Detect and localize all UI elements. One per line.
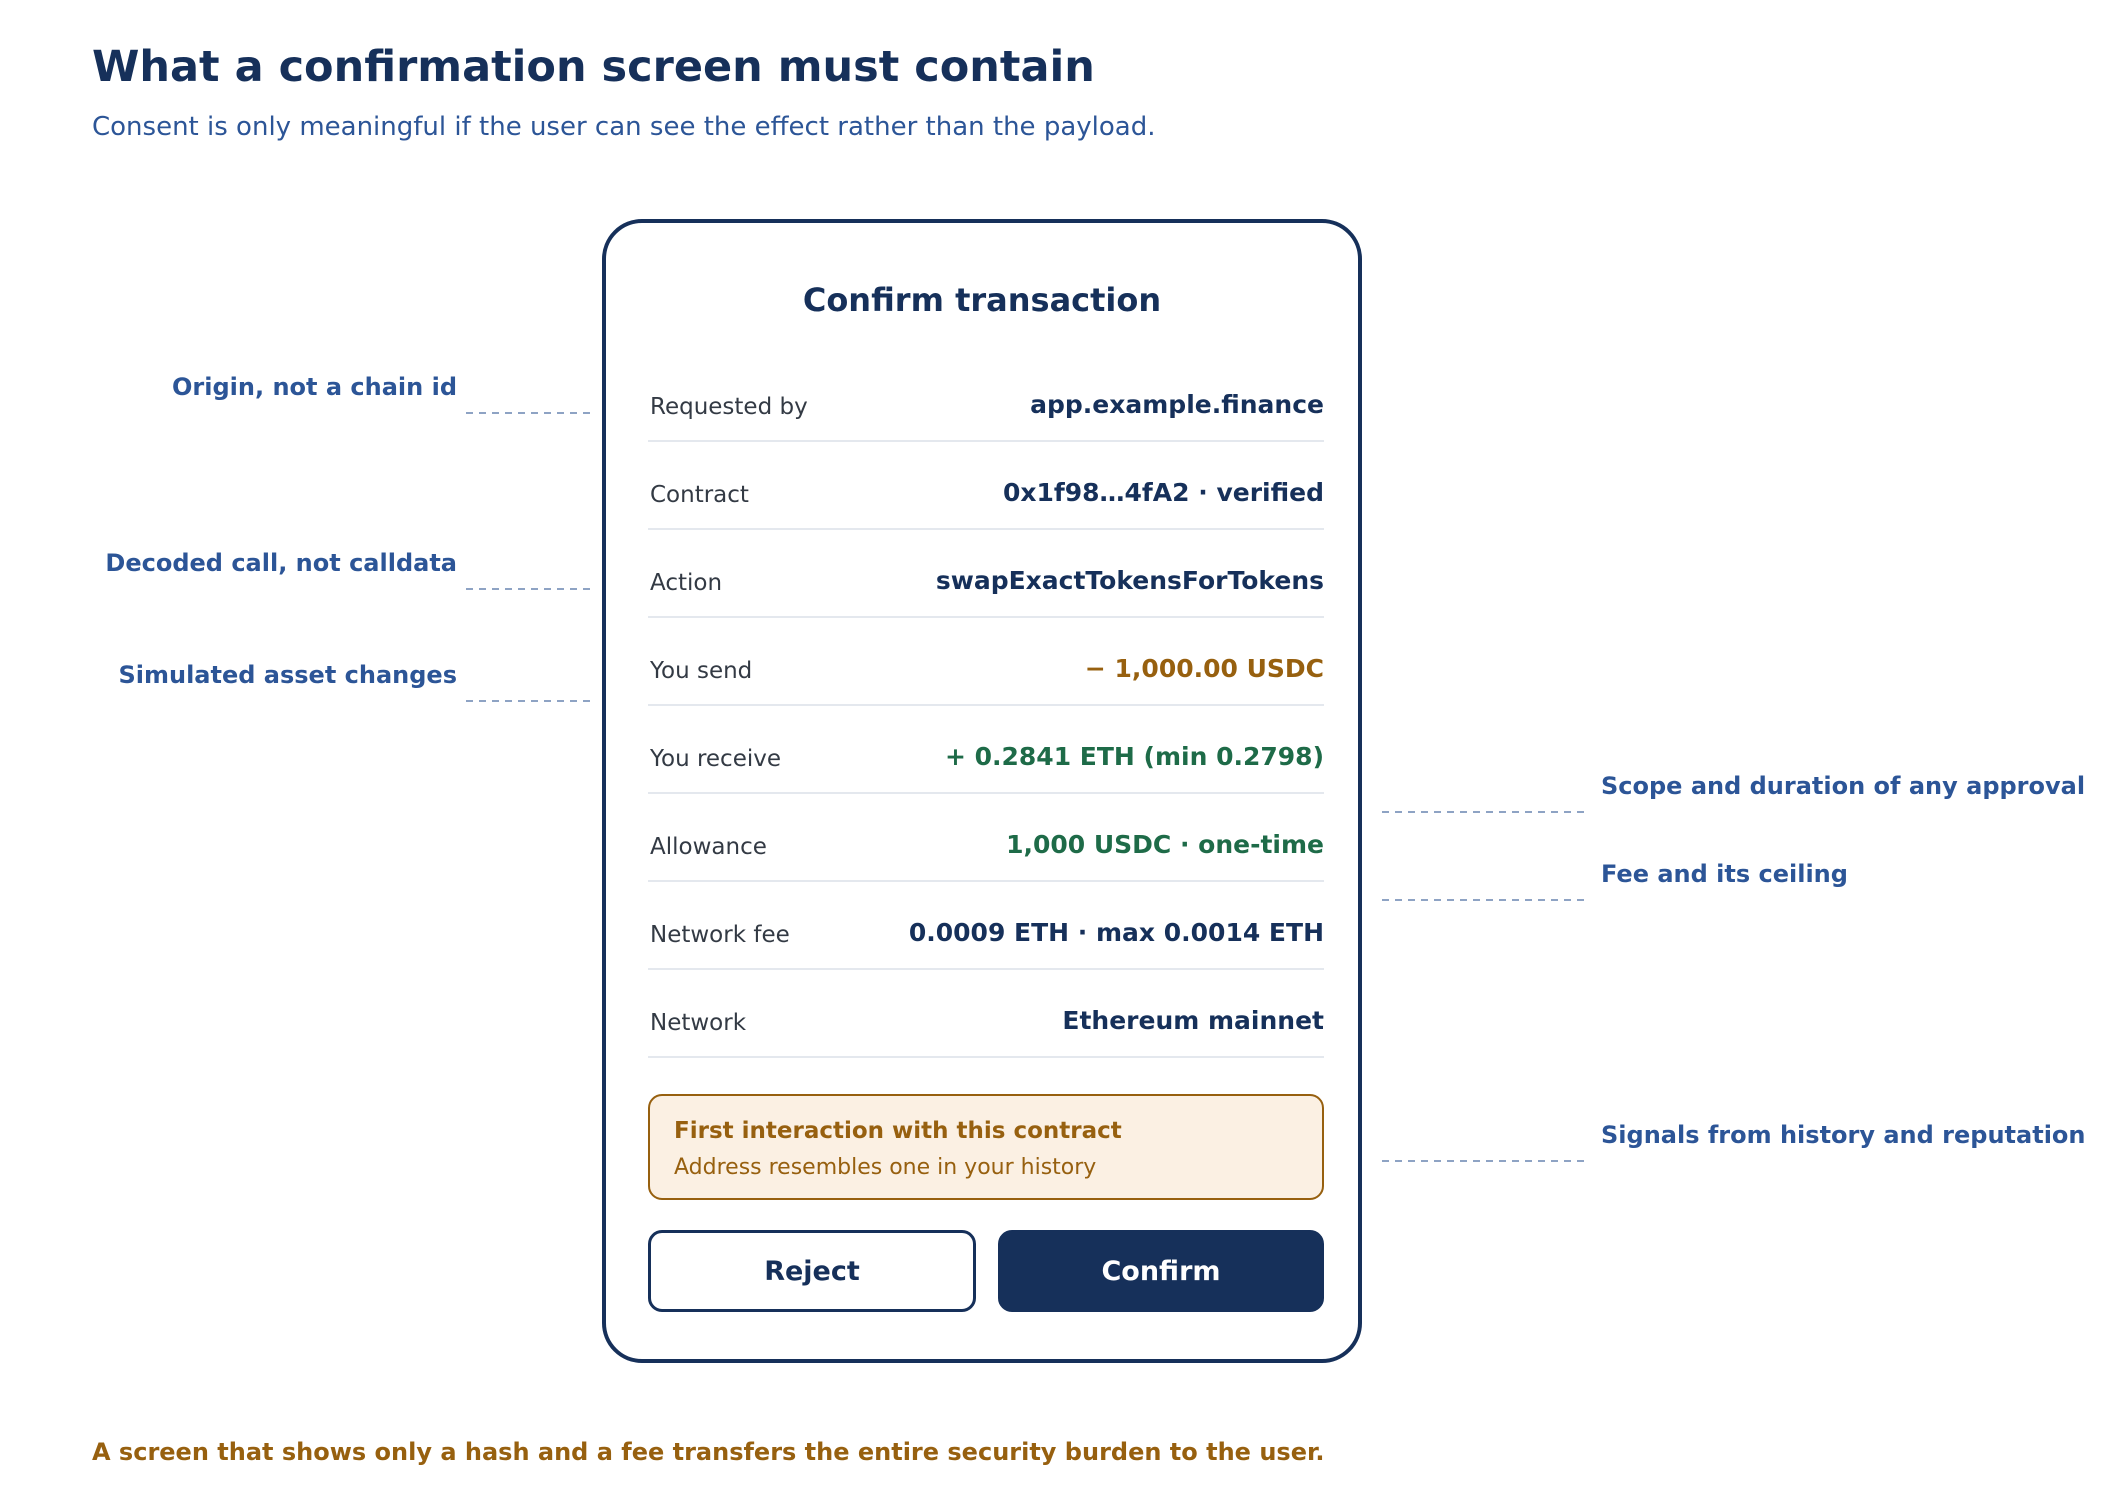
row-label: Allowance	[650, 834, 767, 860]
warning-detail: Address resembles one in your history	[674, 1155, 1097, 1180]
row-action: Action swapExactTokensForTokens	[648, 530, 1324, 618]
confirm-button[interactable]: Confirm	[998, 1230, 1324, 1312]
connector-history-signals	[1382, 1160, 1588, 1162]
annotation-asset-changes: Simulated asset changes	[118, 661, 457, 689]
row-network: Network Ethereum mainnet	[648, 970, 1324, 1058]
row-value: swapExactTokensForTokens	[935, 566, 1324, 595]
row-value: − 1,000.00 USDC	[1084, 654, 1324, 683]
footer-note: A screen that shows only a hash and a fe…	[92, 1438, 1325, 1466]
row-contract: Contract 0x1f98…4fA2 · verified	[648, 442, 1324, 530]
page-subtitle: Consent is only meaningful if the user c…	[92, 112, 1156, 142]
annotation-origin: Origin, not a chain id	[172, 373, 457, 401]
connector-decoded-call	[466, 588, 590, 590]
row-you-receive: You receive + 0.2841 ETH (min 0.2798)	[648, 706, 1324, 794]
row-requested-by: Requested by app.example.finance	[648, 354, 1324, 442]
annotation-fee-ceiling: Fee and its ceiling	[1601, 860, 1848, 888]
row-value: + 0.2841 ETH (min 0.2798)	[944, 742, 1324, 771]
connector-asset-changes	[466, 700, 590, 702]
row-value: 0x1f98…4fA2 · verified	[1002, 478, 1324, 507]
contract-warning-banner: First interaction with this contract Add…	[648, 1094, 1324, 1200]
page-title: What a confirmation screen must contain	[92, 42, 1095, 92]
row-value: 1,000 USDC · one-time	[1006, 830, 1324, 859]
confirmation-card: Confirm transaction Requested by app.exa…	[602, 219, 1362, 1363]
warning-title: First interaction with this contract	[674, 1118, 1122, 1144]
connector-origin	[466, 412, 590, 414]
row-label: Network fee	[650, 922, 790, 948]
row-value: Ethereum mainnet	[1062, 1006, 1324, 1035]
row-label: Network	[650, 1010, 747, 1036]
card-title: Confirm transaction	[802, 281, 1162, 319]
row-label: Requested by	[650, 394, 808, 420]
row-you-send: You send − 1,000.00 USDC	[648, 618, 1324, 706]
connector-fee-ceiling	[1382, 899, 1588, 901]
annotation-approval-scope: Scope and duration of any approval	[1601, 772, 2086, 800]
row-label: You send	[650, 658, 753, 684]
annotation-decoded-call: Decoded call, not calldata	[105, 549, 457, 577]
row-label: You receive	[650, 746, 782, 772]
row-label: Action	[650, 570, 723, 596]
row-value: 0.0009 ETH · max 0.0014 ETH	[908, 918, 1324, 947]
annotation-history-signals: Signals from history and reputation	[1601, 1121, 2086, 1149]
connector-approval-scope	[1382, 811, 1588, 813]
reject-button[interactable]: Reject	[648, 1230, 976, 1312]
row-label: Contract	[650, 482, 749, 508]
row-value: app.example.finance	[1030, 390, 1324, 419]
row-allowance: Allowance 1,000 USDC · one-time	[648, 794, 1324, 882]
row-network-fee: Network fee 0.0009 ETH · max 0.0014 ETH	[648, 882, 1324, 970]
